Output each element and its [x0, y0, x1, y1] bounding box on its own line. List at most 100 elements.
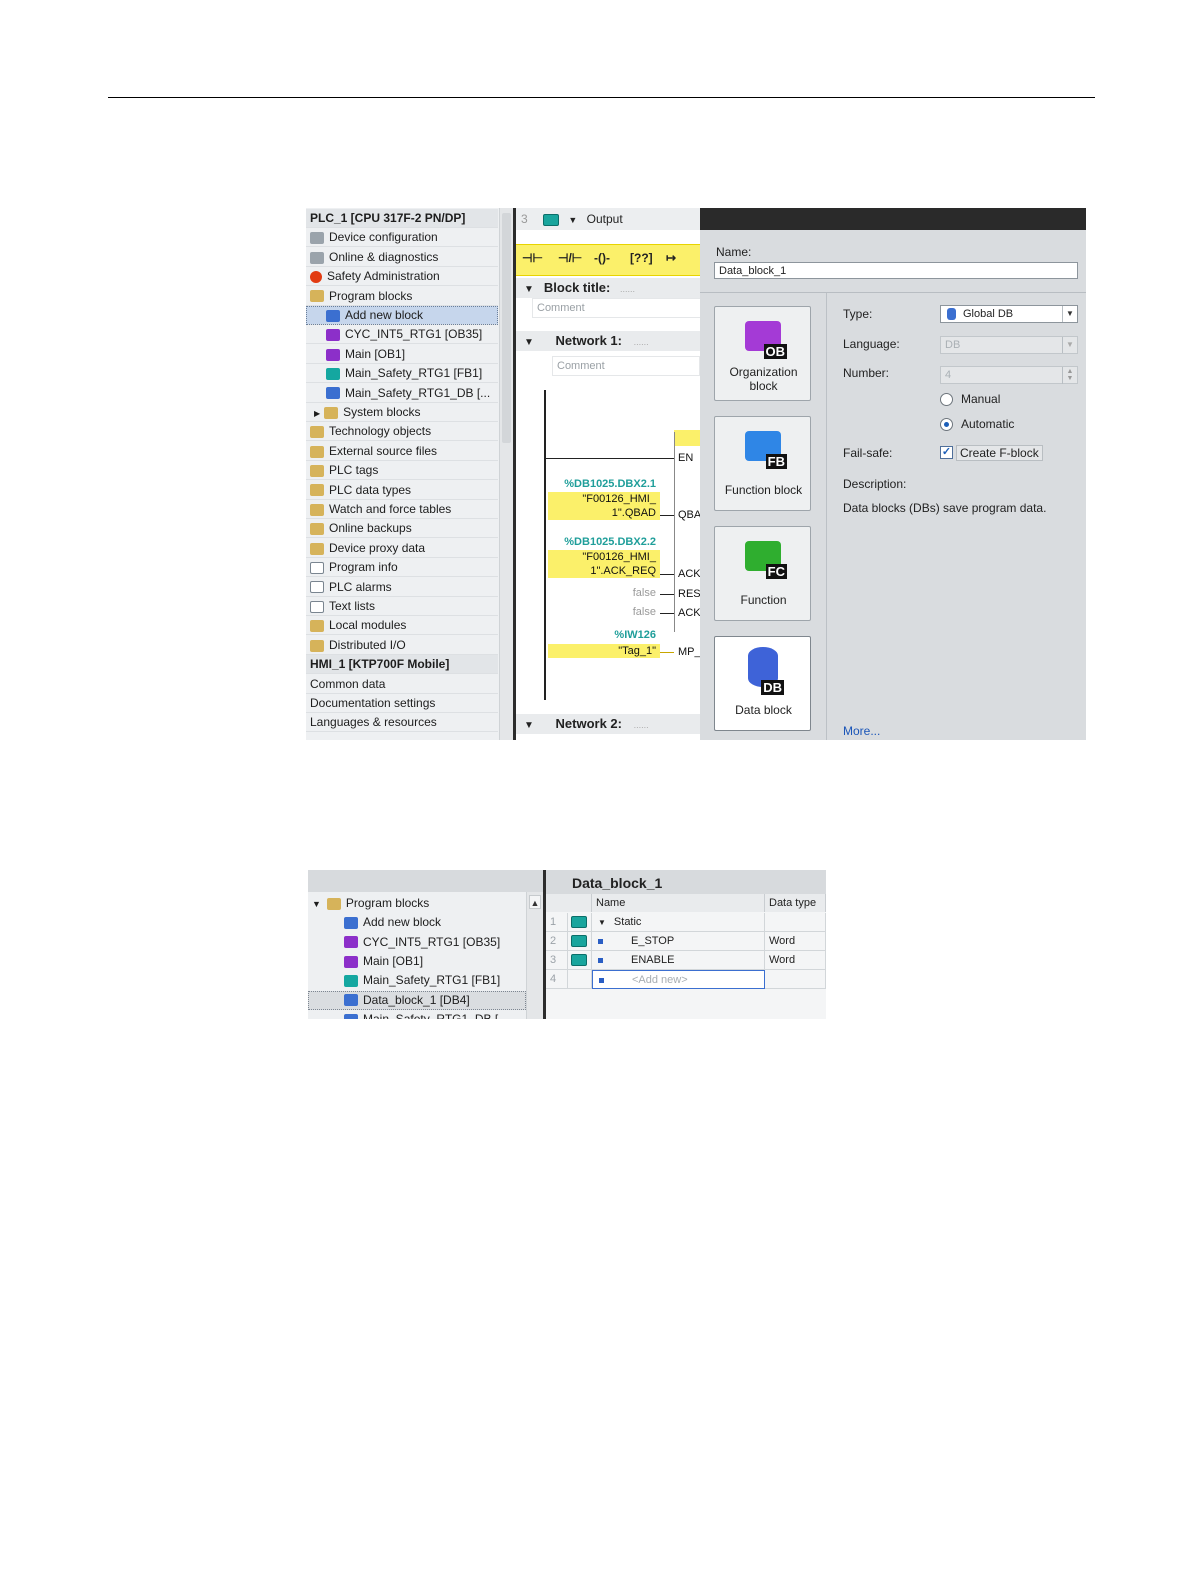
tree-item[interactable]: Distributed I/O	[306, 636, 498, 655]
tree-item[interactable]: Online backups	[306, 519, 498, 539]
operand-2-address[interactable]: %DB1025.DBX2.2	[544, 536, 656, 548]
tile-ob[interactable]: OB Organization block	[714, 306, 811, 401]
tree-item[interactable]: Common data	[306, 675, 498, 694]
coil-icon[interactable]: -()-	[594, 251, 610, 265]
var-type-cell[interactable]: Word	[765, 932, 826, 951]
spinner-arrows-icon[interactable]: ▲ ▼	[1062, 367, 1077, 384]
tree-item[interactable]: Main [OB1]	[308, 952, 526, 971]
scrollbar-thumb[interactable]	[502, 213, 511, 443]
branch-icon[interactable]: ↦	[666, 251, 676, 265]
tile-fc[interactable]: FC Function	[714, 526, 811, 621]
contact-no-icon[interactable]: ⊣⊢	[522, 251, 543, 265]
column-header-data-type[interactable]: Data type	[765, 894, 826, 912]
tree-item[interactable]: PLC alarms	[306, 578, 498, 597]
chevron-down-icon[interactable]: ▼	[568, 215, 577, 225]
contact-nc-icon[interactable]: ⊣/⊢	[558, 251, 582, 265]
tree-item[interactable]: Text lists	[306, 597, 498, 616]
more-link[interactable]: More...	[843, 724, 880, 738]
tree-item[interactable]: Main_Safety_RTG1 [FB1]	[308, 971, 526, 990]
false-1-wire	[660, 594, 674, 595]
language-select-value: DB	[945, 339, 961, 351]
automatic-radio[interactable]	[940, 418, 953, 431]
input-word-tag[interactable]: "Tag_1"	[548, 644, 660, 658]
tree-item[interactable]: Device proxy data	[306, 539, 498, 558]
tree-device-header[interactable]: PLC_1 [CPU 317F-2 PN/DP]	[306, 209, 498, 228]
dropdown-arrow-icon[interactable]: ▼	[1062, 306, 1077, 322]
var-type-cell[interactable]	[765, 913, 826, 932]
tree-header	[308, 870, 543, 892]
empty-box-icon[interactable]: [??]	[630, 251, 653, 265]
network-2-section[interactable]: ▼ Network 2: ......	[516, 714, 700, 734]
network-1-section[interactable]: ▼ Network 1: ......	[516, 331, 700, 351]
var-name-cell[interactable]: ▼ Static	[592, 913, 765, 932]
data-block-table: Data_block_1 Name Data type 1 ▼ Static 2 E_S…	[546, 870, 826, 1019]
collapse-triangle-icon[interactable]: ▼	[524, 720, 534, 731]
add-new-row-input[interactable]: <Add new>	[592, 970, 765, 989]
dropdown-arrow-icon[interactable]: ▼	[1062, 337, 1077, 353]
tree-item-label: Watch and force tables	[329, 502, 452, 516]
tree-item[interactable]: ▶ System blocks	[306, 403, 498, 422]
static-var-icon	[571, 935, 587, 948]
tree-item[interactable]: PLC tags	[306, 461, 498, 481]
var-name-cell[interactable]: E_STOP	[592, 932, 765, 951]
expand-arrow-icon[interactable]: ▼	[312, 899, 321, 909]
project-tree-scrollbar[interactable]	[499, 208, 514, 740]
row-icon-cell	[568, 932, 592, 951]
block-comment-field[interactable]: Comment	[532, 298, 702, 318]
tree-item[interactable]: Safety Administration	[306, 267, 498, 287]
block-name-input[interactable]: Data_block_1	[714, 262, 1078, 279]
tree-item[interactable]: Data_block_1 [DB4]	[308, 990, 526, 1010]
var-name-label: E_STOP	[631, 935, 675, 947]
input-word-address[interactable]: %IW126	[544, 629, 656, 641]
tree-item[interactable]: Online & diagnostics	[306, 248, 498, 267]
tile-fb[interactable]: FB Function block	[714, 416, 811, 511]
tree-device-header[interactable]: HMI_1 [KTP700F Mobile]	[306, 655, 498, 675]
operand-1-tag[interactable]: "F00126_HMI_ 1".QBAD	[548, 492, 660, 520]
var-type-cell[interactable]: Word	[765, 951, 826, 970]
expand-arrow-icon[interactable]: ▶	[314, 409, 320, 418]
collapse-triangle-icon[interactable]: ▼	[524, 337, 534, 348]
collapse-triangle-icon[interactable]: ▼	[524, 284, 534, 295]
tree-item[interactable]: Add new block	[306, 306, 498, 325]
block-title-section[interactable]: ▼ Block title: ......	[516, 278, 700, 298]
tree-item[interactable]: Device configuration	[306, 228, 498, 248]
tree-scrollbar[interactable]: ▲	[526, 892, 544, 1019]
var-type-cell[interactable]	[765, 970, 826, 989]
tree-item[interactable]: External source files	[306, 442, 498, 461]
type-select[interactable]: Global DB ▼	[940, 305, 1078, 323]
tree-item[interactable]: Languages & resources	[306, 713, 498, 733]
tree-item[interactable]: Main_Safety_RTG1_DB [...	[306, 384, 498, 403]
tree-item[interactable]: Main_Safety_RTG1_DB [	[308, 1010, 526, 1019]
column-header-name[interactable]: Name	[592, 894, 765, 912]
false-literal-2[interactable]: false	[544, 606, 656, 618]
create-fblock-checkbox[interactable]: ✓	[940, 446, 953, 459]
tree-item[interactable]: Watch and force tables	[306, 500, 498, 519]
tree-item[interactable]: Technology objects	[306, 422, 498, 442]
false-2-wire	[660, 613, 674, 614]
tree-item[interactable]: Main [OB1]	[306, 345, 498, 364]
tile-db[interactable]: DB Data block	[714, 636, 811, 731]
network-comment-field[interactable]: Comment	[552, 356, 700, 376]
false-literal-1[interactable]: false	[544, 587, 656, 599]
tree-item[interactable]: CYC_INT5_RTG1 [OB35]	[306, 325, 498, 345]
tree-item[interactable]: PLC data types	[306, 481, 498, 500]
operand-2-tag-line1: "F00126_HMI_	[582, 551, 656, 563]
language-select[interactable]: DB ▼	[940, 336, 1078, 354]
tree-item[interactable]: Main_Safety_RTG1 [FB1]	[306, 364, 498, 384]
collapse-triangle-icon[interactable]: ▼	[598, 918, 606, 927]
number-spinner[interactable]: 4 ▲ ▼	[940, 366, 1078, 384]
operand-2-tag[interactable]: "F00126_HMI_ 1".ACK_REQ	[548, 550, 660, 578]
tree-item[interactable]: Program blocks	[306, 287, 498, 306]
tree-item[interactable]: ▼ Program blocks	[308, 894, 526, 913]
scroll-up-icon[interactable]: ▲	[529, 895, 541, 909]
tree-item[interactable]: Documentation settings	[306, 694, 498, 713]
dialog-title-bar[interactable]	[700, 208, 1086, 230]
var-name-cell[interactable]: ENABLE	[592, 951, 765, 970]
tree-item[interactable]: Program info	[306, 558, 498, 578]
tree-item[interactable]: Add new block	[308, 913, 526, 932]
tree-item[interactable]: CYC_INT5_RTG1 [OB35]	[308, 933, 526, 952]
tree-item[interactable]: Local modules	[306, 616, 498, 636]
operand-2-wire	[660, 574, 674, 575]
operand-1-address[interactable]: %DB1025.DBX2.1	[544, 478, 656, 490]
manual-radio[interactable]	[940, 393, 953, 406]
